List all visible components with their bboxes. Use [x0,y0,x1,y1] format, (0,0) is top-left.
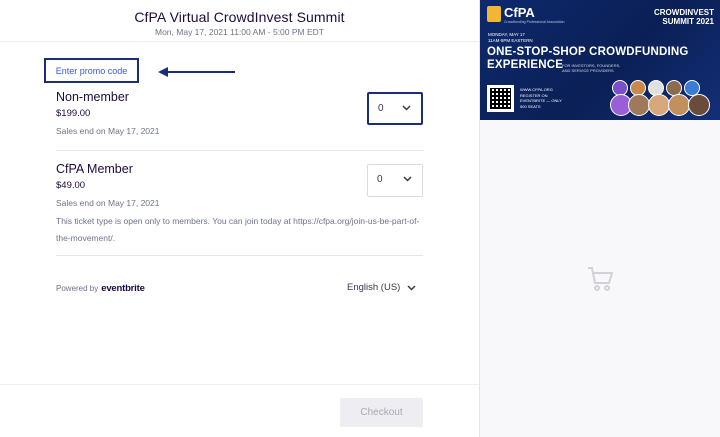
ticket-note: This ticket type is open only to members… [56,216,420,243]
shopping-cart-icon [588,267,614,291]
arrow-left-icon [158,67,235,77]
banner-register-line3: EVENTBRITE — ONLY [520,98,562,103]
divider [56,150,423,151]
qr-code [487,85,514,112]
order-summary-panel: CfPA Crowdfunding Professional Associati… [480,0,720,437]
banner-register: WWW.CFPA.ORG REGISTER ON EVENTBRITE — ON… [520,87,562,109]
checkout-button[interactable]: Checkout [340,398,423,427]
powered-by: Powered by eventbrite [56,283,145,294]
powered-by-label: Powered by [56,284,99,293]
banner-summit-line1: CROWDINVEST [654,8,714,17]
event-banner: CfPA Crowdfunding Professional Associati… [480,0,720,120]
event-title: CfPA Virtual CrowdInvest Summit [134,9,345,25]
quantity-select-member[interactable]: 0 [367,164,423,197]
quantity-value: 0 [378,103,384,114]
banner-when-line2: 11AM-5PM EASTERN [488,38,533,43]
chevron-down-icon [407,284,416,291]
quantity-select-non-member[interactable]: 0 [367,92,423,125]
eventbrite-logo[interactable]: eventbrite [101,283,145,294]
event-date: Mon, May 17, 2021 11:00 AM - 5:00 PM EDT [155,27,324,37]
avatar [668,94,690,116]
promo-code-label: Enter promo code [55,65,128,76]
speaker-avatars [610,80,720,120]
banner-subhead: FOR INVESTORS, FOUNDERS, AND SERVICE PRO… [562,63,620,73]
avatar [688,94,710,116]
banner-summit: CROWDINVEST SUMMIT 2021 [654,8,714,26]
banner-sub-line2: AND SERVICE PROVIDERS [562,68,614,73]
checkout-footer: Checkout [0,384,479,437]
event-header: CfPA Virtual CrowdInvest Summit Mon, May… [0,0,479,42]
banner-when: MONDAY, MAY 17 11AM-5PM EASTERN [488,32,533,44]
promo-code-link[interactable]: Enter promo code [44,58,139,83]
language-select[interactable]: English (US) [347,282,416,293]
quantity-value: 0 [377,174,383,185]
language-label: English (US) [347,282,401,293]
chevron-down-icon [403,176,412,182]
chevron-down-icon [402,105,411,111]
banner-summit-line2: SUMMIT 2021 [662,17,714,26]
ticket-sales-end: Sales end on May 17, 2021 [56,198,160,208]
ticket-sales-end: Sales end on May 17, 2021 [56,126,160,136]
avatar [628,94,650,116]
banner-register-line4: 500 SEATS [520,103,541,109]
banner-logo: CfPA [504,5,535,20]
checkout-label: Checkout [360,407,403,418]
cfpa-logo-mark [487,6,501,22]
avatar [648,94,670,116]
banner-headline-line1: ONE-STOP-SHOP CROWDFUNDING [487,46,689,58]
checkout-panel: CfPA Virtual CrowdInvest Summit Mon, May… [0,0,480,437]
divider [56,255,423,256]
banner-tagline: Crowdfunding Professional Association [504,20,565,24]
